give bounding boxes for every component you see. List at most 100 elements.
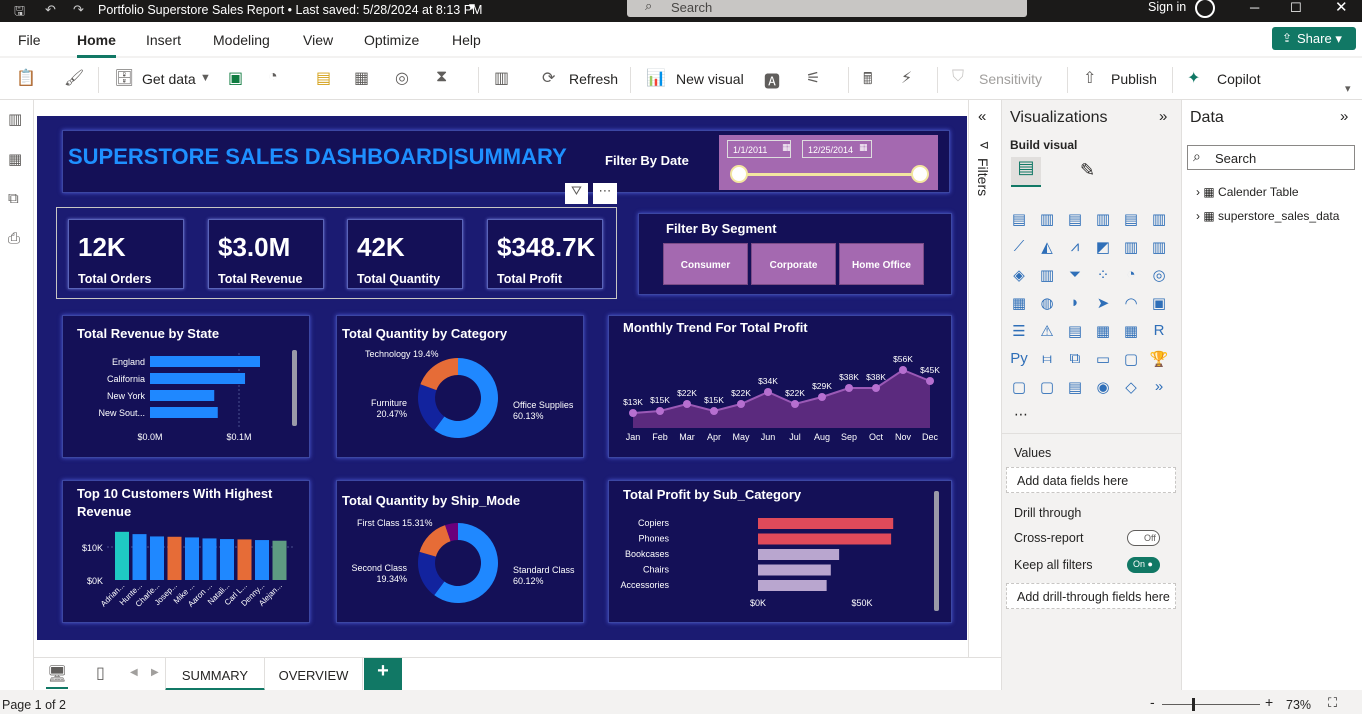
visual-type-icon[interactable]: ▦ xyxy=(1008,294,1030,316)
visual-type-icon[interactable]: ▢ xyxy=(1120,350,1142,372)
quantity-by-category-chart[interactable]: Office Supplies60.13% Furniture20.47% Tech… xyxy=(337,316,585,459)
filter-icon[interactable]: ⛛ xyxy=(565,183,588,204)
recent-sources-icon[interactable]: ⧗ xyxy=(436,68,447,86)
visual-type-icon[interactable]: ▥ xyxy=(1120,238,1142,260)
visual-type-icon[interactable]: ▣ xyxy=(1148,294,1170,316)
more-options-icon[interactable]: ⋯ xyxy=(593,183,617,204)
visual-type-icon[interactable]: ⚠ xyxy=(1036,322,1058,344)
maximize-icon[interactable]: ☐ xyxy=(1290,0,1302,16)
filters-label[interactable]: Filters xyxy=(975,158,991,196)
expand-icon[interactable]: » xyxy=(1340,108,1348,125)
visual-type-icon[interactable]: ◩ xyxy=(1092,238,1114,260)
sign-in-link[interactable]: Sign in xyxy=(1148,0,1186,14)
profit-by-subcategory-chart[interactable]: Copiers Phones Bookcases Chairs Accessories $… xyxy=(609,481,953,624)
menu-modeling[interactable]: Modeling xyxy=(213,32,270,48)
expand-icon[interactable]: » xyxy=(1159,108,1167,125)
visual-type-icon[interactable]: 🏆 xyxy=(1148,350,1170,372)
minimize-icon[interactable]: ─ xyxy=(1250,0,1259,15)
scroll-left-icon[interactable]: ◀ xyxy=(130,667,138,678)
text-box-icon[interactable]: 🅰 xyxy=(764,68,780,92)
publish-button[interactable]: Publish xyxy=(1111,71,1157,87)
chevron-down-icon[interactable]: ▼ xyxy=(467,2,477,13)
visual-type-icon[interactable]: ▭ xyxy=(1092,350,1114,372)
fit-to-page-icon[interactable]: ⛶ xyxy=(1328,695,1337,711)
menu-file[interactable]: File xyxy=(18,32,41,48)
visual-type-icon[interactable]: Py xyxy=(1008,350,1030,372)
enter-data-icon[interactable]: ▦ xyxy=(354,68,369,88)
chevron-down-icon[interactable]: ▼ xyxy=(200,72,211,84)
menu-optimize[interactable]: Optimize xyxy=(364,32,419,48)
visual-type-icon[interactable]: ◍ xyxy=(1036,294,1058,316)
visual-type-icon[interactable]: ◔ xyxy=(1120,266,1142,288)
visual-type-icon[interactable]: ▥ xyxy=(1148,210,1170,232)
refresh-button[interactable]: Refresh xyxy=(569,71,618,87)
visual-type-icon[interactable]: ⁘ xyxy=(1092,266,1114,288)
zoom-in-icon[interactable]: + xyxy=(1265,694,1273,710)
monthly-profit-chart[interactable]: $13K Jan $15K Feb $22K Mar $15K Apr $22K May $34K J… xyxy=(609,316,953,459)
visual-type-icon[interactable]: R xyxy=(1148,322,1170,344)
visual-type-icon[interactable]: ⧉ xyxy=(1064,350,1086,372)
data-search-input[interactable]: ⌕ Search xyxy=(1187,145,1355,170)
menu-home[interactable]: Home xyxy=(77,32,116,48)
visual-type-icon[interactable]: ⩘ xyxy=(1064,238,1086,260)
visual-type-icon[interactable]: ▦ xyxy=(1120,322,1142,344)
visual-type-icon[interactable]: ▥ xyxy=(1036,266,1058,288)
visual-type-icon[interactable]: ◭ xyxy=(1036,238,1058,260)
menu-view[interactable]: View xyxy=(303,32,333,48)
segment-consumer[interactable]: Consumer xyxy=(663,243,748,285)
scroll-right-icon[interactable]: ▶ xyxy=(151,667,159,678)
menu-help[interactable]: Help xyxy=(452,32,481,48)
new-visual-button[interactable]: New visual xyxy=(676,71,744,87)
revenue-by-state-chart[interactable]: England California New York New Sout... $0.0… xyxy=(63,316,311,459)
visual-type-icon[interactable]: ◠ xyxy=(1120,294,1142,316)
visual-type-icon[interactable]: ▤ xyxy=(1064,378,1086,400)
close-icon[interactable]: ✕ xyxy=(1335,0,1348,16)
table-sales[interactable]: › ▦ superstore_sales_data xyxy=(1196,209,1339,223)
format-visual-icon[interactable]: ✎ xyxy=(1080,160,1095,181)
get-data-button[interactable]: Get data xyxy=(142,71,196,87)
zoom-handle[interactable] xyxy=(1192,698,1195,711)
add-page-button[interactable]: + xyxy=(364,658,402,691)
excel-icon[interactable]: ▣ xyxy=(228,68,243,88)
visual-type-icon[interactable]: ▤ xyxy=(1064,322,1086,344)
visual-type-icon[interactable]: ▥ xyxy=(1148,238,1170,260)
save-icon[interactable]: 🖫 xyxy=(14,2,25,24)
drill-through-drop-zone[interactable]: Add drill-through fields here xyxy=(1006,583,1176,609)
data-hub-icon[interactable]: ◔ xyxy=(268,68,278,86)
avatar[interactable] xyxy=(1195,0,1215,18)
visual-type-icon[interactable]: ⏷ xyxy=(1064,266,1086,288)
visual-type-icon[interactable]: ◗ xyxy=(1064,294,1086,316)
visual-type-icon[interactable]: ⧦ xyxy=(1036,350,1058,372)
table-view-icon[interactable]: ▦ xyxy=(8,150,22,168)
more-visuals-icon[interactable]: ⋯ xyxy=(1014,406,1028,423)
filters-pane[interactable]: « ⊲ Filters xyxy=(968,100,1001,657)
collapse-left-icon[interactable]: « xyxy=(978,108,986,125)
visual-type-icon[interactable]: » xyxy=(1148,378,1170,400)
visual-type-icon[interactable]: ◎ xyxy=(1148,266,1170,288)
tab-summary[interactable]: SUMMARY xyxy=(165,658,265,691)
build-visual-tab[interactable]: ▤ xyxy=(1011,157,1041,187)
transform-data-icon[interactable]: ▥ xyxy=(494,68,509,88)
calendar-icon[interactable]: ▦ xyxy=(782,142,791,153)
visual-type-icon[interactable]: ▥ xyxy=(1036,210,1058,232)
dataverse-icon[interactable]: ◎ xyxy=(395,68,409,88)
values-drop-zone[interactable]: Add data fields here xyxy=(1006,467,1176,493)
top-customers-chart[interactable]: $10K$0KAdrian...Hunte...Charle...Josep..… xyxy=(63,481,311,624)
quantity-by-ship-mode-chart[interactable]: Standard Class60.12% Second Class19.34% Fi… xyxy=(337,481,585,624)
keep-filters-toggle[interactable]: On ● xyxy=(1127,557,1160,573)
segment-corporate[interactable]: Corporate xyxy=(751,243,836,285)
visual-type-icon[interactable]: ☰ xyxy=(1008,322,1030,344)
paste-icon[interactable]: 📋 xyxy=(16,68,36,88)
slider-end-handle[interactable] xyxy=(911,165,929,183)
visual-type-icon[interactable]: ◇ xyxy=(1120,378,1142,400)
undo-icon[interactable]: ↶ xyxy=(45,2,56,18)
mobile-view-icon[interactable]: ▯ xyxy=(96,663,105,683)
format-painter-icon[interactable]: 🖌 xyxy=(64,68,84,88)
new-measure-icon[interactable]: 🖩 xyxy=(863,68,873,95)
visual-type-icon[interactable]: ▦ xyxy=(1092,322,1114,344)
slider-start-handle[interactable] xyxy=(730,165,748,183)
sql-icon[interactable]: ▤ xyxy=(316,68,331,88)
report-view-icon[interactable]: ▥ xyxy=(8,110,22,128)
visual-type-icon[interactable]: ▤ xyxy=(1008,210,1030,232)
desktop-view-icon[interactable]: 🖥 xyxy=(47,664,67,684)
